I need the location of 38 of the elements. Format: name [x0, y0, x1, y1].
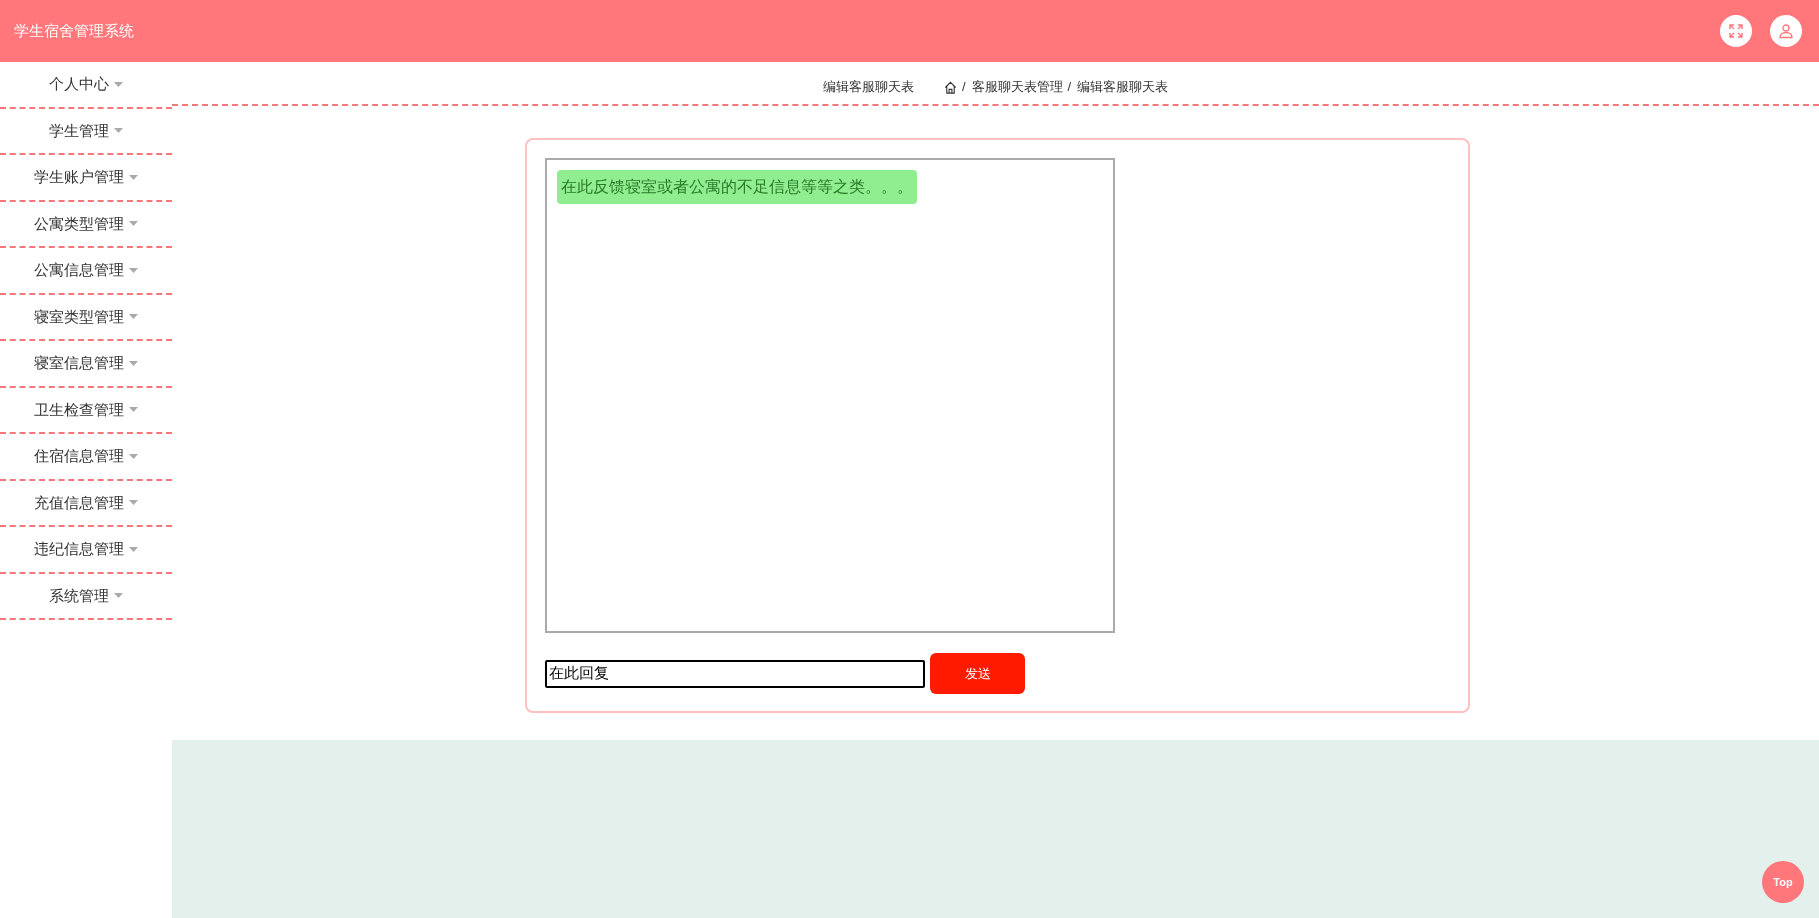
fullscreen-button[interactable]	[1720, 15, 1752, 47]
expand-icon	[1728, 23, 1744, 39]
caret-icon	[129, 360, 138, 366]
caret-icon	[129, 267, 138, 273]
page-title: 编辑客服聊天表	[822, 78, 914, 97]
user-button[interactable]	[1770, 15, 1802, 47]
sidebar-item[interactable]: 违纪信息管理	[0, 527, 172, 574]
sidebar-item[interactable]: 学生管理	[0, 108, 172, 155]
sidebar-item[interactable]: 寝室信息管理	[0, 341, 172, 388]
sidebar-item[interactable]: 系统管理	[0, 573, 172, 620]
sidebar-item[interactable]: 寝室类型管理	[0, 294, 172, 341]
sidebar-item[interactable]: 卫生检查管理	[0, 387, 172, 434]
caret-icon	[129, 546, 138, 552]
sidebar-item[interactable]: 充值信息管理	[0, 480, 172, 527]
reply-input[interactable]: 在此回复	[545, 659, 925, 688]
sidebar-item[interactable]: 住宿信息管理	[0, 434, 172, 481]
breadcrumb-item[interactable]: 客服聊天表管理	[971, 77, 1063, 97]
sidebar-item[interactable]: 个人中心	[0, 62, 172, 109]
caret-icon	[129, 221, 138, 227]
breadcrumb-item: 编辑客服聊天表	[1077, 78, 1169, 97]
send-button[interactable]: 发送	[930, 653, 1025, 694]
sidebar-item[interactable]: 公寓信息管理	[0, 248, 172, 295]
caret-icon	[129, 174, 138, 180]
app-title: 学生宿舍管理系统	[14, 20, 134, 41]
sidebar-item[interactable]: 学生账户管理	[0, 155, 172, 202]
message-bubble: 在此反馈寝室或者公寓的不足信息等等之类。。。	[557, 170, 917, 204]
breadcrumb-separator: /	[961, 78, 966, 97]
caret-icon	[114, 81, 123, 87]
home-icon[interactable]	[943, 80, 957, 94]
caret-icon	[114, 128, 123, 134]
breadcrumb-separator: /	[1067, 78, 1072, 97]
user-icon	[1778, 23, 1794, 39]
caret-icon	[129, 453, 138, 459]
sidebar-item[interactable]: 公寓类型管理	[0, 201, 172, 248]
caret-icon	[129, 314, 138, 320]
caret-icon	[129, 500, 138, 506]
caret-icon	[114, 593, 123, 599]
caret-icon	[129, 407, 138, 413]
